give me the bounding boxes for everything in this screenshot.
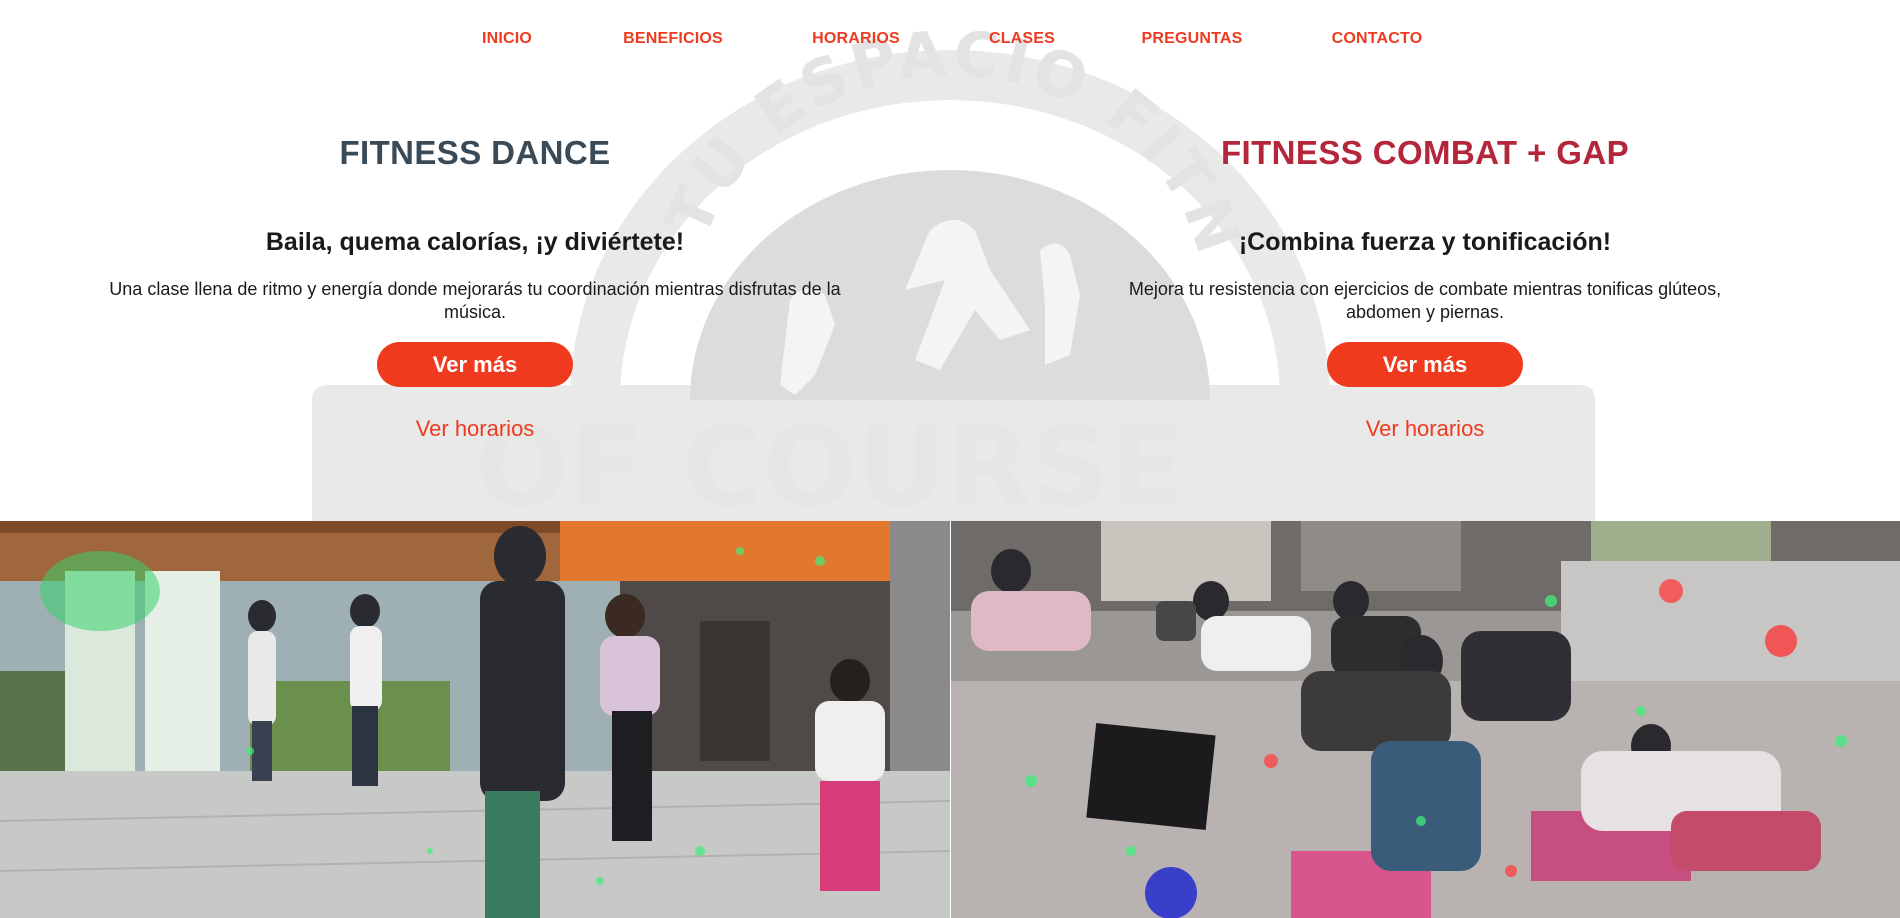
combat-class-photo — [951, 521, 1900, 918]
class-card-fitness-combat-gap: FITNESS COMBAT + GAP ¡Combina fuerza y t… — [950, 0, 1900, 521]
class-description: Mejora tu resistencia con ejercicios de … — [1128, 279, 1722, 322]
class-card-fitness-dance: FITNESS DANCE Baila, quema calorías, ¡y … — [0, 0, 950, 521]
class-description: Una clase llena de ritmo y energía donde… — [109, 279, 841, 322]
class-title: FITNESS COMBAT + GAP — [1221, 134, 1629, 171]
class-subtitle: Baila, quema calorías, ¡y diviértete! — [265, 228, 685, 256]
ver-horarios-link[interactable]: Ver horarios — [0, 416, 950, 442]
ver-horarios-link[interactable]: Ver horarios — [950, 416, 1900, 442]
ver-mas-button[interactable]: Ver más — [1327, 342, 1523, 387]
class-subtitle: ¡Combina fuerza y tonificación! — [1238, 228, 1612, 256]
ver-mas-button[interactable]: Ver más — [377, 342, 573, 387]
class-title: FITNESS DANCE — [339, 134, 611, 171]
dance-class-photo — [0, 521, 950, 918]
